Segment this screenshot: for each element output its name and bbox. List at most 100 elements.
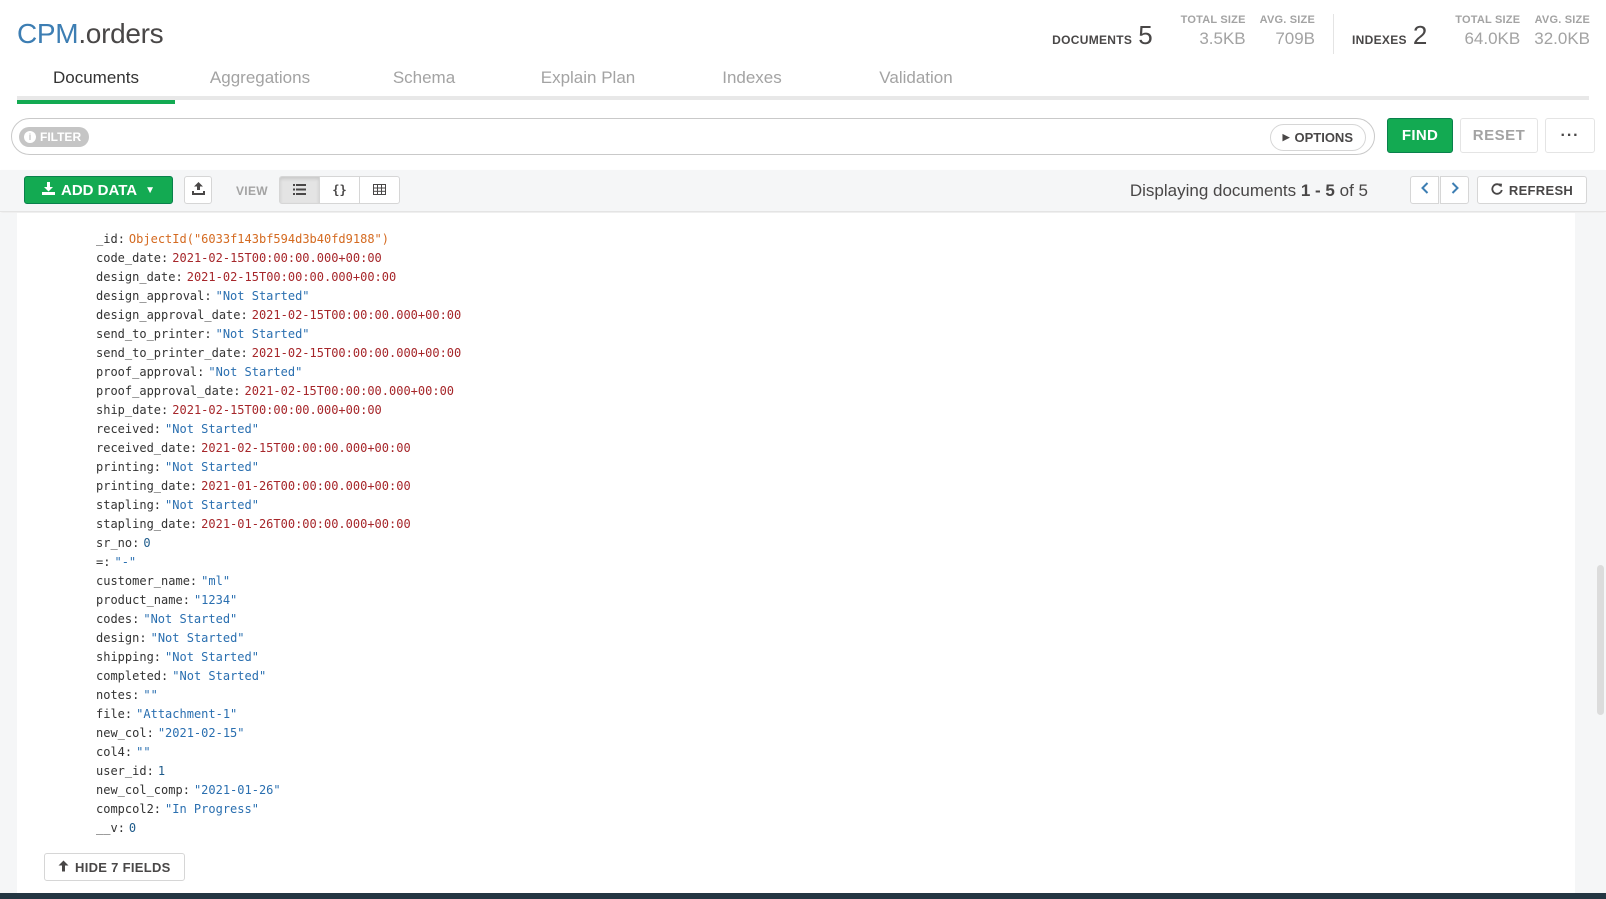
document-field[interactable]: design_approval: "Not Started" (96, 287, 461, 306)
avg-size-value: 709B (1275, 29, 1316, 48)
field-separator: : (153, 422, 162, 436)
document-field[interactable]: =: "-" (96, 553, 461, 572)
export-button[interactable] (184, 176, 212, 204)
document-field[interactable]: printing_date: 2021-01-26T00:00:00.000+00… (96, 477, 461, 496)
document-field[interactable]: received: "Not Started" (96, 420, 461, 439)
json-view-button[interactable]: {} (319, 176, 360, 204)
document-field[interactable]: compcol2: "In Progress" (96, 800, 461, 819)
field-value: 2021-02-15T00:00:00.000+00:00 (172, 403, 382, 417)
tab-documents[interactable]: Documents (17, 64, 175, 104)
field-value: "2021-02-15" (157, 726, 245, 740)
document-field[interactable]: _id: ObjectId("6033f143bf594d3b40fd9188") (96, 230, 461, 249)
db-name[interactable]: CPM (17, 18, 79, 49)
tab-indexes[interactable]: Indexes (673, 64, 831, 100)
indexes-label: INDEXES (1352, 33, 1407, 47)
hide-fields-button[interactable]: HIDE 7 FIELDS (44, 853, 185, 881)
filter-input[interactable] (102, 124, 1252, 150)
field-value: ObjectId("6033f143bf594d3b40fd9188") (128, 232, 390, 246)
document-field[interactable]: proof_approval_date: 2021-02-15T00:00:00.… (96, 382, 461, 401)
field-value: "Not Started" (150, 631, 245, 645)
document-card[interactable]: _id: ObjectId("6033f143bf594d3b40fd9188")… (17, 213, 1575, 893)
find-button[interactable]: FIND (1387, 118, 1453, 153)
document-field[interactable]: customer_name: "ml" (96, 572, 461, 591)
tab-aggregations[interactable]: Aggregations (181, 64, 339, 100)
tab-schema[interactable]: Schema (345, 64, 503, 100)
document-field[interactable]: notes: "" (96, 686, 461, 705)
refresh-label: REFRESH (1508, 182, 1574, 198)
refresh-button[interactable]: REFRESH (1477, 176, 1587, 204)
field-value: "Not Started" (165, 650, 259, 664)
field-key: design (96, 631, 140, 645)
document-field[interactable]: sr_no: 0 (96, 534, 461, 553)
field-separator: : (153, 460, 162, 474)
view-switcher: {} (279, 176, 400, 204)
table-view-button[interactable] (359, 176, 400, 204)
document-field[interactable]: __v: 0 (96, 819, 461, 838)
previous-page-button[interactable] (1410, 176, 1439, 204)
documents-label: DOCUMENTS (1052, 33, 1133, 47)
document-field[interactable]: new_col: "2021-02-15" (96, 724, 461, 743)
document-field[interactable]: design: "Not Started" (96, 629, 461, 648)
field-value: "Not Started" (208, 365, 303, 379)
options-button[interactable]: ▶ OPTIONS (1269, 124, 1366, 151)
document-field[interactable]: stapling_date: 2021-01-26T00:00:00.000+00… (96, 515, 461, 534)
stats-divider (1333, 14, 1335, 54)
document-field[interactable]: received_date: 2021-02-15T00:00:00.000+00… (96, 439, 461, 458)
documents-total-size: TOTAL SIZE 3.5KB (1181, 14, 1246, 49)
field-value: 2021-02-15T00:00:00.000+00:00 (186, 270, 397, 284)
avg-size-label: AVG. SIZE (1534, 14, 1590, 26)
field-separator: : (161, 669, 169, 683)
document-field[interactable]: shipping: "Not Started" (96, 648, 461, 667)
document-field[interactable]: stapling: "Not Started" (96, 496, 461, 515)
options-label: OPTIONS (1294, 130, 1353, 145)
tab-validation[interactable]: Validation (837, 64, 995, 100)
field-value: "Not Started" (215, 327, 310, 341)
field-value: "Not Started" (165, 422, 259, 436)
document-field[interactable]: send_to_printer: "Not Started" (96, 325, 461, 344)
field-separator: : (153, 650, 162, 664)
document-field[interactable]: codes: "Not Started" (96, 610, 461, 629)
filter-box[interactable]: i FILTER ▶ OPTIONS (11, 118, 1375, 155)
more-options-button[interactable]: ··· (1545, 118, 1595, 153)
next-page-button[interactable] (1440, 176, 1469, 204)
reset-button[interactable]: RESET (1460, 118, 1538, 153)
document-field[interactable]: send_to_printer_date: 2021-02-15T00:00:00… (96, 344, 461, 363)
document-field[interactable]: new_col_comp: "2021-01-26" (96, 781, 461, 800)
paging-of: of (1334, 181, 1359, 200)
document-field[interactable]: product_name: "1234" (96, 591, 461, 610)
documents-stats: DOCUMENTS 5 TOTAL SIZE 3.5KB AVG. SIZE 7… (1052, 14, 1315, 49)
document-field[interactable]: ship_date: 2021-02-15T00:00:00.000+00:00 (96, 401, 461, 420)
document-field[interactable]: proof_approval: "Not Started" (96, 363, 461, 382)
field-key: received (96, 422, 154, 436)
document-field[interactable]: file: "Attachment-1" (96, 705, 461, 724)
field-separator: : (240, 346, 248, 360)
field-key: shipping (96, 650, 154, 664)
field-value: 2021-02-15T00:00:00.000+00:00 (201, 441, 411, 455)
field-separator: : (175, 270, 183, 284)
document-field[interactable]: completed: "Not Started" (96, 667, 461, 686)
document-field[interactable]: printing: "Not Started" (96, 458, 461, 477)
field-key: printing (96, 460, 154, 474)
total-size-value: 64.0KB (1464, 29, 1521, 48)
query-bar: i FILTER ▶ OPTIONS FIND RESET ··· (0, 110, 1606, 166)
field-key: stapling_date (96, 517, 190, 531)
info-icon[interactable]: i (24, 131, 36, 143)
field-separator: : (124, 745, 133, 759)
document-field[interactable]: design_approval_date: 2021-02-15T00:00:00… (96, 306, 461, 325)
field-value: "2021-01-26" (193, 783, 281, 797)
field-value: 2021-02-15T00:00:00.000+00:00 (244, 384, 455, 398)
tab-explain-plan[interactable]: Explain Plan (509, 64, 667, 100)
add-data-label: ADD DATA (60, 181, 138, 199)
add-data-button[interactable]: ADD DATA ▼ (24, 176, 173, 204)
total-size-value: 3.5KB (1199, 29, 1246, 48)
scrollbar[interactable] (1597, 565, 1604, 715)
field-separator: : (139, 631, 147, 645)
document-field[interactable]: code_date: 2021-02-15T00:00:00.000+00:00 (96, 249, 461, 268)
list-view-button[interactable] (279, 176, 320, 204)
document-field[interactable]: design_date: 2021-02-15T00:00:00.000+00:0… (96, 268, 461, 287)
field-key: stapling (96, 498, 154, 512)
field-key: received_date (96, 441, 190, 455)
document-field[interactable]: user_id: 1 (96, 762, 461, 781)
document-field[interactable]: col4: "" (96, 743, 461, 762)
field-value: "Attachment-1" (136, 707, 238, 721)
